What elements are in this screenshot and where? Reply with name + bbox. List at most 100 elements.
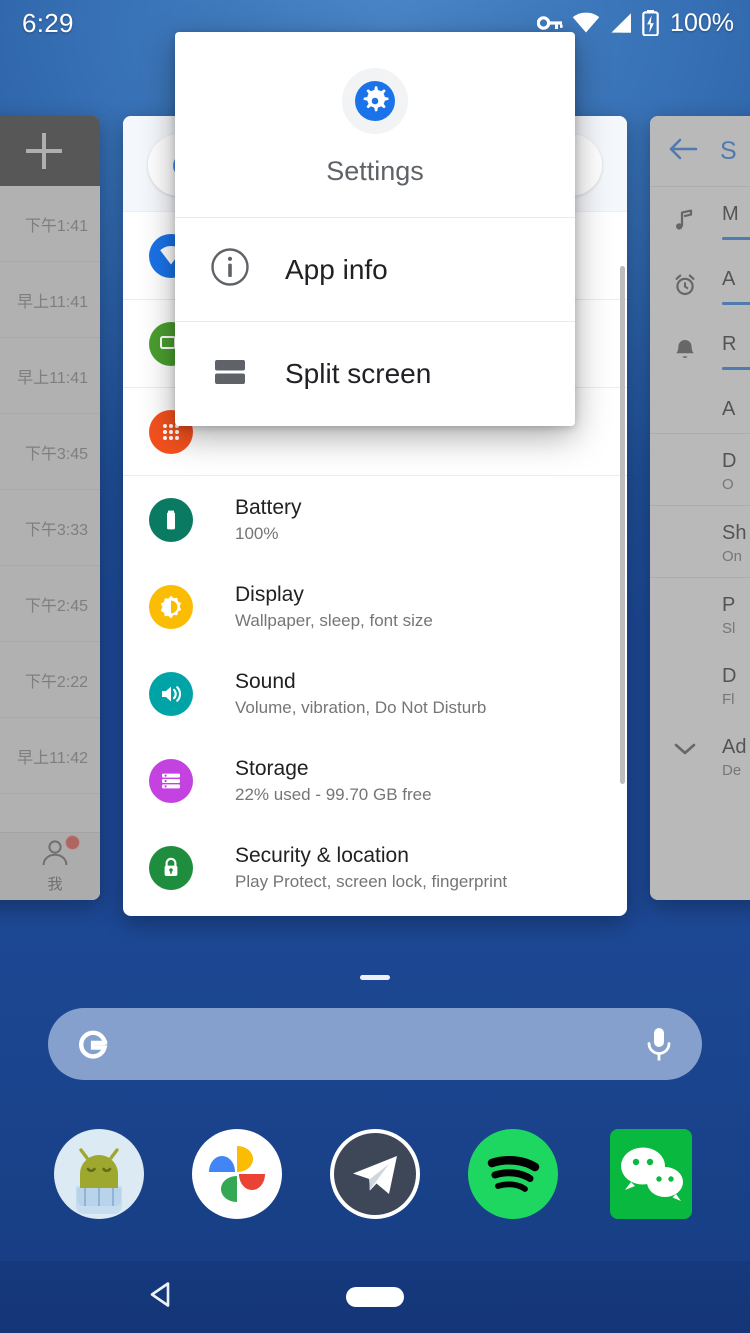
dock-app-clock[interactable]: [53, 1128, 145, 1220]
wechat-tab-label: 我: [47, 876, 63, 893]
menu-item-label: Split screen: [285, 358, 432, 389]
settings-item-subtitle: Wallpaper, sleep, font size: [235, 611, 433, 631]
dock-app-wechat[interactable]: [605, 1128, 697, 1220]
sound-row-advanced[interactable]: Ad De: [650, 720, 750, 791]
list-item[interactable]: 下午3:33: [0, 490, 100, 566]
battery-icon: [149, 497, 193, 542]
sound-row-title: D: [722, 665, 737, 687]
notification-badge: [65, 835, 80, 850]
dock-app-photos[interactable]: [191, 1128, 283, 1220]
settings-item-sound[interactable]: Sound Volume, vibration, Do Not Disturb: [123, 650, 627, 737]
menu-item-label: App info: [285, 253, 388, 285]
sound-row-default-notification[interactable]: D Fl: [650, 649, 750, 720]
bell-icon: [668, 333, 702, 363]
volume-slider[interactable]: [722, 302, 750, 305]
scrollbar[interactable]: [620, 266, 625, 784]
sound-row-title: Ad: [722, 736, 747, 758]
app-context-menu[interactable]: Settings App info Split screen: [175, 32, 575, 426]
wifi-icon: [572, 12, 600, 34]
page-indicator: [360, 975, 390, 980]
plus-icon[interactable]: [26, 133, 62, 169]
chat-timestamp: 早上11:41: [17, 294, 88, 311]
chat-timestamp: 早上11:42: [17, 750, 88, 767]
google-search-bar[interactable]: [48, 1008, 702, 1080]
sound-app-bar: S: [650, 116, 750, 186]
back-triangle-icon[interactable]: [146, 1279, 178, 1316]
list-item[interactable]: 早上11:42: [0, 718, 100, 794]
sound-ringtone-section: P Sl D Fl Ad De: [650, 577, 750, 791]
volume-slider[interactable]: [722, 237, 750, 240]
sound-row-ring[interactable]: R: [650, 317, 750, 382]
settings-item-subtitle: Play Protect, screen lock, fingerprint: [235, 872, 508, 892]
settings-item-subtitle: 22% used - 99.70 GB free: [235, 785, 432, 805]
sound-row-subtitle: Fl: [722, 691, 735, 708]
sound-row-subtitle: On: [722, 548, 743, 565]
navigation-bar[interactable]: [0, 1261, 750, 1333]
list-item[interactable]: 下午2:22: [0, 642, 100, 718]
google-g-icon: [72, 1023, 114, 1065]
sound-row-alarm[interactable]: A: [650, 252, 750, 317]
sound-row-title: R: [722, 333, 737, 355]
wechat-tab-bar[interactable]: 我: [0, 832, 100, 900]
list-item[interactable]: 早上11:41: [0, 338, 100, 414]
popup-header: Settings: [175, 32, 575, 218]
sound-row-dnd[interactable]: D O: [650, 434, 750, 505]
list-item[interactable]: 下午1:41: [0, 186, 100, 262]
storage-icon: [149, 758, 193, 803]
wechat-tab-me[interactable]: 我: [24, 835, 86, 894]
info-circle-icon: [209, 246, 251, 293]
sound-shortcut-section: Sh On: [650, 505, 750, 577]
chat-timestamp: 下午3:33: [24, 522, 88, 539]
list-item[interactable]: 下午3:45: [0, 414, 100, 490]
list-item[interactable]: 下午2:45 进...: [0, 566, 100, 642]
sound-row-phone-ringtone[interactable]: P Sl: [650, 578, 750, 649]
settings-item-storage[interactable]: Storage 22% used - 99.70 GB free: [123, 737, 627, 824]
settings-item-security-location[interactable]: Security & location Play Protect, screen…: [123, 824, 627, 911]
settings-item-title: Security & location: [235, 843, 409, 867]
spacer-icon: [668, 522, 702, 526]
chat-timestamp: 下午2:45: [24, 598, 88, 615]
spacer-icon: [668, 594, 702, 598]
recent-task-card-sound[interactable]: S M A R A D O Sh On P Sl D Fl Ad De: [650, 116, 750, 900]
music-note-icon: [668, 203, 702, 233]
spacer-icon: [668, 450, 702, 454]
cellular-signal-icon: [609, 12, 633, 34]
dock-app-spotify[interactable]: [467, 1128, 559, 1220]
battery-percent-label: 100%: [670, 8, 734, 37]
sound-row-title: A: [722, 398, 736, 420]
battery-charging-icon: [642, 10, 659, 36]
sound-row-title: Sh: [722, 522, 747, 544]
recent-task-card-wechat[interactable]: 信 下午1:41 早上11:41 早上11:41 下午3:45 下午3:33 下…: [0, 116, 100, 900]
status-bar: 6:29 100%: [0, 0, 750, 46]
sound-row-shortcut[interactable]: Sh On: [650, 506, 750, 577]
sound-page-title: S: [720, 136, 737, 165]
settings-item-subtitle: 100%: [235, 524, 279, 544]
wechat-app-bar: 信: [0, 116, 100, 186]
chat-timestamp: 下午2:22: [24, 674, 88, 691]
settings-item-display[interactable]: Display Wallpaper, sleep, font size: [123, 563, 627, 650]
sound-row-also[interactable]: A: [650, 382, 750, 433]
sound-row-subtitle: De: [722, 762, 742, 779]
sound-row-subtitle: O: [722, 476, 734, 493]
home-pill-icon[interactable]: [346, 1287, 404, 1307]
vpn-key-icon: [537, 13, 563, 33]
chat-timestamp: 下午1:41: [24, 218, 88, 235]
menu-item-app-info[interactable]: App info: [175, 218, 575, 322]
sound-row-media[interactable]: M: [650, 187, 750, 252]
dock-app-telegram[interactable]: [329, 1128, 421, 1220]
settings-item-subtitle: Volume, vibration, Do Not Disturb: [235, 698, 487, 718]
spacer-icon: [668, 398, 702, 402]
settings-item-title: Battery: [235, 495, 302, 519]
arrow-back-icon[interactable]: [668, 137, 698, 166]
microphone-icon[interactable]: [642, 1024, 676, 1064]
chevron-down-icon[interactable]: [668, 736, 702, 758]
settings-item-battery[interactable]: Battery 100%: [123, 476, 627, 563]
wechat-chat-list[interactable]: 下午1:41 早上11:41 早上11:41 下午3:45 下午3:33 下午2…: [0, 186, 100, 900]
home-dock[interactable]: [0, 1128, 750, 1220]
volume-slider[interactable]: [722, 367, 750, 370]
menu-item-split-screen[interactable]: Split screen: [175, 322, 575, 426]
display-icon: [149, 584, 193, 629]
list-item[interactable]: 早上11:41: [0, 262, 100, 338]
settings-item-accounts[interactable]: Accounts: [123, 911, 627, 916]
sound-volume-section: M A R A: [650, 186, 750, 433]
